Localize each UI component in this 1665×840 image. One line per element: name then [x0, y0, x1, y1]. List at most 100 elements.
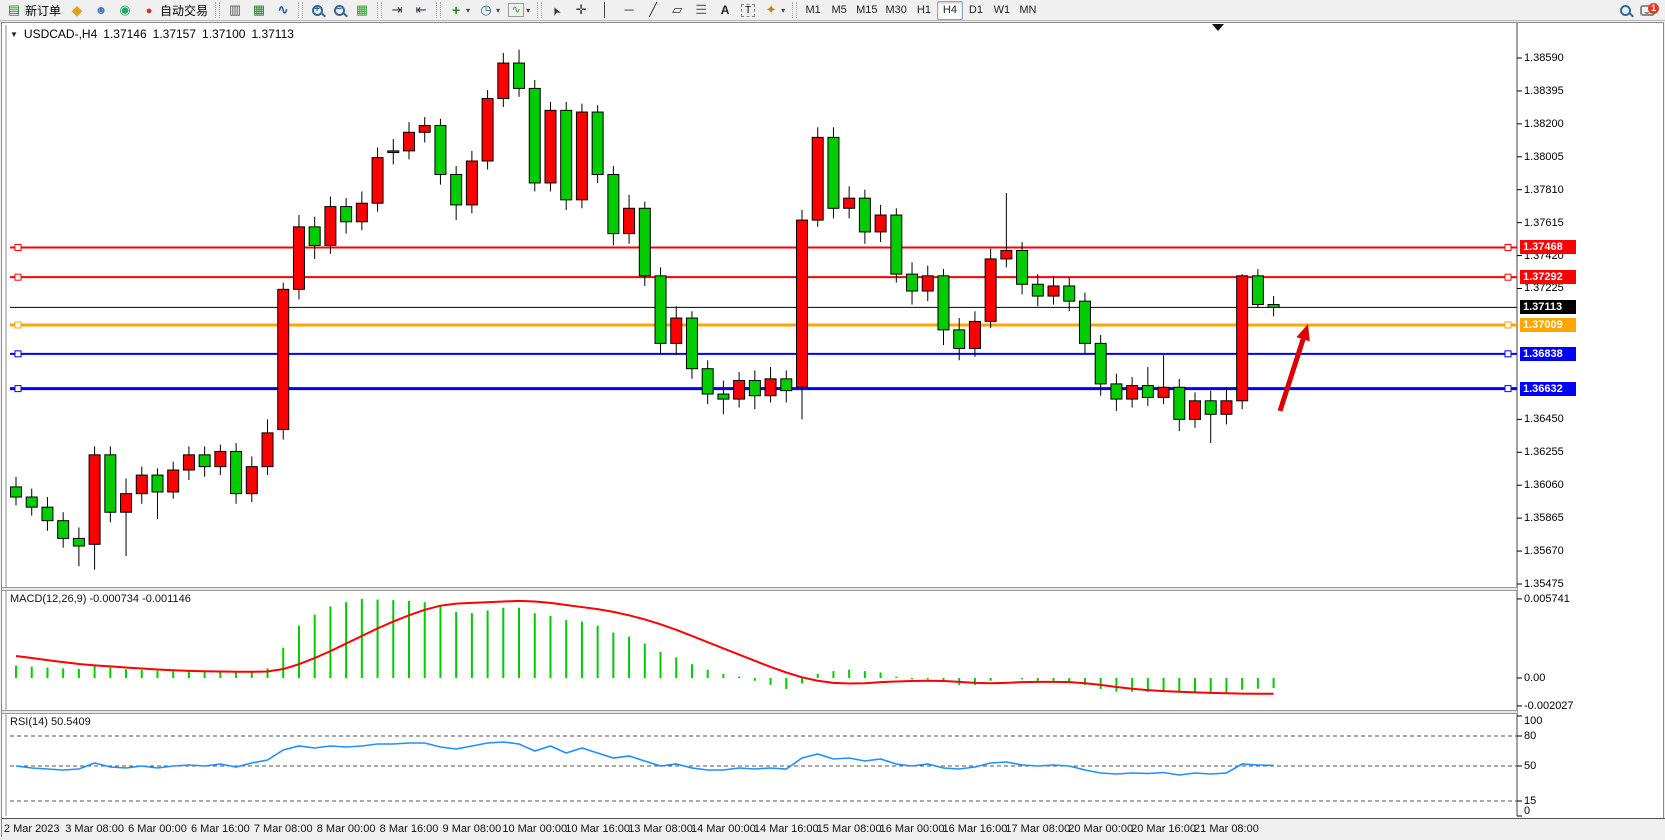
auto-trading-button[interactable]: 自动交易 — [137, 1, 212, 20]
line-handle[interactable] — [1505, 244, 1511, 250]
candle-body — [671, 318, 682, 343]
clock-icon — [478, 2, 494, 18]
candle-body — [1017, 251, 1028, 285]
arrow-annotation-head[interactable] — [1296, 324, 1309, 341]
timeframe-m30-button[interactable]: M30 — [882, 1, 911, 20]
time-axis-label: 6 Mar 16:00 — [191, 823, 250, 835]
vertical-line-button[interactable] — [593, 1, 617, 20]
zoom-in-icon-sign: + — [314, 4, 321, 15]
vertical-line-icon — [597, 2, 613, 18]
channel-button[interactable] — [665, 1, 689, 20]
arrow-annotation[interactable] — [1280, 339, 1303, 411]
horizontal-line-icon — [621, 2, 637, 18]
signals-button[interactable] — [113, 1, 137, 20]
candle-body — [42, 507, 53, 521]
candle-body — [1048, 286, 1059, 296]
zoom-out-icon-sign: − — [336, 4, 343, 15]
new-order-button[interactable]: 新订单 — [2, 1, 65, 20]
line-handle[interactable] — [15, 274, 21, 280]
price-tick-label: 1.38590 — [1524, 52, 1594, 64]
toolbar-separator — [537, 2, 542, 18]
timeframe-d1-button[interactable]: D1 — [963, 1, 989, 20]
layouts-button[interactable] — [65, 1, 89, 20]
candle-body — [262, 433, 273, 467]
price-tick-label: 1.37225 — [1524, 282, 1594, 294]
chart-shift-button[interactable] — [409, 1, 433, 20]
candle-body — [482, 99, 493, 161]
auto-trading-icon — [141, 2, 157, 18]
text-button[interactable] — [713, 1, 737, 20]
candle-body — [624, 208, 635, 233]
shapes-button[interactable]: ▾ — [759, 1, 789, 20]
panel-separator[interactable] — [2, 587, 1517, 591]
indicators-icon — [508, 3, 524, 17]
candle-body — [1268, 305, 1279, 308]
symbol-dropdown-icon[interactable]: ▼ — [10, 30, 18, 39]
new-chart-button[interactable]: ▾ — [444, 1, 474, 20]
chart-shift-marker-icon[interactable] — [1212, 24, 1224, 37]
shapes-icon — [763, 2, 779, 18]
line-handle[interactable] — [15, 351, 21, 357]
rsi-tick-label: 0 — [1524, 805, 1599, 817]
price-level-badge: 1.37113 — [1520, 300, 1576, 314]
timeframe-m15-button[interactable]: M15 — [852, 1, 881, 20]
notifications-button[interactable]: 1 — [1636, 1, 1659, 20]
timeframe-mn-button[interactable]: MN — [1015, 1, 1041, 20]
line-chart-button[interactable] — [271, 1, 295, 20]
tile-windows-button[interactable] — [350, 1, 374, 20]
timeframe-h1-button[interactable]: H1 — [911, 1, 937, 20]
search-button[interactable] — [1614, 1, 1636, 20]
candle-body — [875, 215, 886, 232]
candle-body — [183, 455, 194, 470]
bar-chart-button[interactable] — [223, 1, 247, 20]
timeframe-m5-button[interactable]: M5 — [826, 1, 852, 20]
rsi-line — [16, 742, 1274, 775]
horizontal-line-button[interactable] — [617, 1, 641, 20]
candle-body — [686, 318, 697, 369]
candle-body — [1252, 276, 1263, 305]
toolbar-right: 1 — [1614, 1, 1659, 20]
candle-body — [859, 198, 870, 232]
new-order-icon — [6, 2, 22, 18]
line-handle[interactable] — [1505, 322, 1511, 328]
timeframe-h4-button[interactable]: H4 — [937, 1, 963, 20]
cursor-button[interactable] — [545, 1, 569, 20]
line-handle[interactable] — [15, 244, 21, 250]
line-handle[interactable] — [15, 322, 21, 328]
candle-body — [1001, 251, 1012, 259]
zoom-in-button[interactable]: + — [306, 1, 328, 20]
price-tick-label: 1.35865 — [1524, 512, 1594, 524]
panel-separator[interactable] — [2, 710, 1517, 714]
macd-tick-label: 0.005741 — [1524, 593, 1599, 605]
zoom-out-button[interactable]: − — [328, 1, 350, 20]
line-handle[interactable] — [1505, 386, 1511, 392]
candle-body — [388, 151, 399, 153]
line-handle[interactable] — [1505, 351, 1511, 357]
candle-body — [592, 112, 603, 174]
candlestick-chart-button[interactable] — [247, 1, 271, 20]
text-label-button[interactable] — [737, 1, 759, 20]
candle-body — [891, 215, 902, 274]
price-level-badge: 1.37292 — [1520, 270, 1576, 284]
zoom-out-icon: − — [334, 5, 345, 16]
auto-scroll-button[interactable] — [385, 1, 409, 20]
chart-window: ▼ USDCAD-,H4 1.37146 1.37157 1.37100 1.3… — [1, 22, 1664, 837]
new-chart-icon — [448, 2, 464, 18]
periods-button[interactable]: ▾ — [474, 1, 504, 20]
trendline-button[interactable] — [641, 1, 665, 20]
time-axis-label: 7 Mar 08:00 — [254, 823, 313, 835]
time-axis-label: 8 Mar 00:00 — [317, 823, 376, 835]
fibonacci-button[interactable] — [689, 1, 713, 20]
candle-body — [922, 276, 933, 291]
toolbar-separator — [298, 2, 303, 18]
low-value: 1.37100 — [202, 27, 245, 41]
profile-button[interactable] — [89, 1, 113, 20]
crosshair-button[interactable] — [569, 1, 593, 20]
indicators-button[interactable]: ▾ — [504, 1, 534, 20]
timeframe-m1-button[interactable]: M1 — [800, 1, 826, 20]
macd-label: MACD(12,26,9) -0.000734 -0.001146 — [10, 593, 191, 605]
line-handle[interactable] — [1505, 274, 1511, 280]
time-axis-label: 9 Mar 08:00 — [443, 823, 502, 835]
timeframe-w1-button[interactable]: W1 — [989, 1, 1015, 20]
line-handle[interactable] — [15, 386, 21, 392]
